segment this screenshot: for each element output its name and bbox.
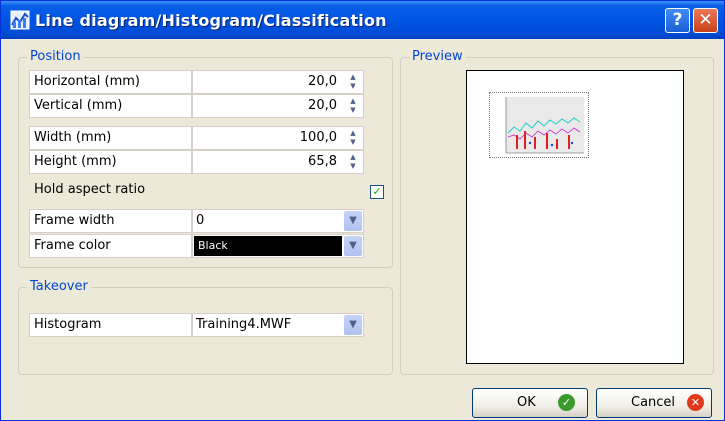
thumbnail-graphic	[505, 97, 584, 154]
position-group: Position Horizontal (mm) 20,0 ▲ ▼ Vertic…	[18, 49, 393, 268]
checkmark-icon: ✓	[558, 394, 575, 411]
cancel-button[interactable]: Cancel ✕	[596, 388, 712, 418]
frame-color-label: Frame color	[29, 234, 192, 258]
frame-color-select[interactable]: Black ▼	[192, 234, 364, 258]
width-input[interactable]: 100,0 ▲ ▼	[192, 126, 364, 150]
histogram-label: Histogram	[29, 313, 192, 337]
horizontal-spinner[interactable]: ▲ ▼	[345, 73, 361, 91]
vertical-value: 20,0	[308, 98, 337, 113]
spin-up-icon[interactable]: ▲	[345, 97, 361, 106]
cancel-label: Cancel	[631, 395, 676, 410]
preview-legend: Preview	[409, 49, 466, 64]
frame-width-select[interactable]: 0 ▼	[192, 209, 364, 233]
height-input[interactable]: 65,8 ▲ ▼	[192, 150, 364, 174]
histogram-select[interactable]: Training4.MWF ▼	[192, 313, 364, 337]
spin-up-icon[interactable]: ▲	[345, 129, 361, 138]
width-label: Width (mm)	[29, 126, 192, 150]
app-icon	[10, 10, 30, 30]
preview-diagram-thumbnail	[489, 92, 589, 158]
width-spinner[interactable]: ▲ ▼	[345, 129, 361, 147]
frame-color-swatch: Black	[194, 236, 342, 256]
histogram-value: Training4.MWF	[196, 317, 292, 332]
hold-aspect-checkbox[interactable]: ✓	[370, 185, 384, 199]
horizontal-label: Horizontal (mm)	[29, 70, 192, 94]
frame-color-value: Black	[198, 239, 228, 252]
title-bar[interactable]: Line diagram/Histogram/Classification ? …	[1, 1, 724, 39]
takeover-group: Takeover Histogram Training4.MWF ▼	[18, 279, 393, 375]
spin-up-icon[interactable]: ▲	[345, 73, 361, 82]
preview-page	[466, 70, 684, 364]
frame-width-value: 0	[196, 213, 205, 228]
horizontal-input[interactable]: 20,0 ▲ ▼	[192, 70, 364, 94]
ok-button[interactable]: OK ✓	[472, 388, 588, 418]
vertical-label: Vertical (mm)	[29, 94, 192, 118]
chevron-down-icon[interactable]: ▼	[344, 236, 362, 256]
help-button[interactable]: ?	[665, 8, 690, 33]
spin-down-icon[interactable]: ▼	[345, 82, 361, 91]
hold-aspect-label: Hold aspect ratio	[34, 182, 146, 197]
spin-down-icon[interactable]: ▼	[345, 106, 361, 115]
vertical-input[interactable]: 20,0 ▲ ▼	[192, 94, 364, 118]
height-value: 65,8	[308, 154, 337, 169]
takeover-legend: Takeover	[27, 279, 91, 294]
horizontal-value: 20,0	[308, 74, 337, 89]
ok-label: OK	[517, 395, 536, 410]
chevron-down-icon[interactable]: ▼	[344, 315, 362, 335]
cancel-icon: ✕	[687, 394, 704, 411]
width-value: 100,0	[299, 130, 337, 145]
chevron-down-icon[interactable]: ▼	[344, 211, 362, 231]
height-label: Height (mm)	[29, 150, 192, 174]
dialog-window: Line diagram/Histogram/Classification ? …	[0, 0, 725, 421]
position-legend: Position	[27, 49, 84, 64]
frame-width-label: Frame width	[29, 209, 192, 233]
spin-down-icon[interactable]: ▼	[345, 138, 361, 147]
close-button[interactable]: ✕	[693, 8, 718, 33]
window-title: Line diagram/Histogram/Classification	[35, 11, 387, 30]
spin-down-icon[interactable]: ▼	[345, 162, 361, 171]
spin-up-icon[interactable]: ▲	[345, 153, 361, 162]
vertical-spinner[interactable]: ▲ ▼	[345, 97, 361, 115]
height-spinner[interactable]: ▲ ▼	[345, 153, 361, 171]
